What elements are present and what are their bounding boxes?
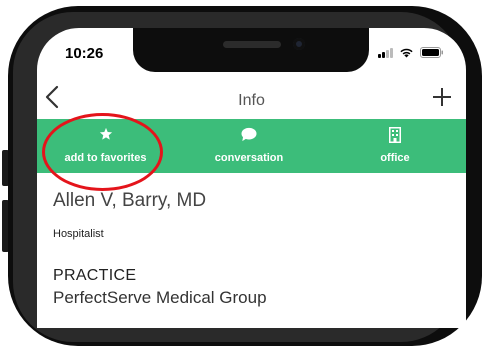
contact-role: Hospitalist [53,228,104,240]
practice-heading: PRACTICE [53,267,137,284]
front-camera [293,38,305,50]
building-icon [389,127,401,143]
page-title: Info [238,92,265,109]
nav-bar: Info [37,83,466,117]
contact-name: Allen V, Barry, MD [53,190,207,211]
highlight-circle [42,113,163,191]
plus-icon [433,88,451,106]
status-icons [378,47,444,58]
cellular-signal-icon [378,47,393,58]
speaker-grille [223,41,281,48]
battery-icon [420,47,444,58]
chat-bubble-icon [241,127,257,142]
status-time: 10:26 [65,45,104,62]
office-label: office [380,152,410,164]
practice-name[interactable]: PerfectServe Medical Group [53,288,267,308]
conversation-button[interactable]: conversation [174,119,324,173]
conversation-label: conversation [214,152,284,164]
add-button[interactable] [432,83,452,112]
notch [133,28,369,72]
wifi-icon [399,47,414,58]
office-button[interactable]: office [324,119,466,173]
